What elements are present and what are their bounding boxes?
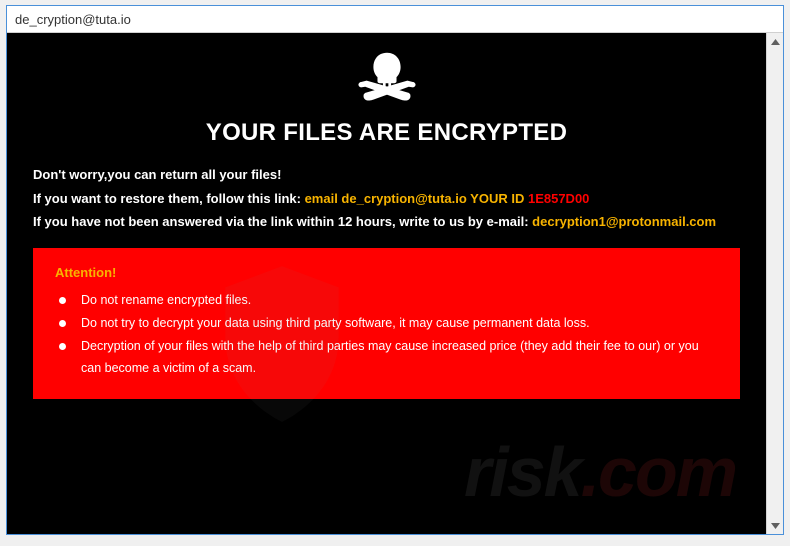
intro-line-3: If you have not been answered via the li… [33, 212, 740, 232]
window-title: de_cryption@tuta.io [15, 12, 131, 27]
attention-title: Attention! [55, 262, 718, 285]
contact-email-2: decryption1@protonmail.com [532, 214, 716, 229]
attention-list: Do not rename encrypted files. Do not tr… [55, 290, 718, 380]
skull-swords-icon [353, 91, 421, 108]
your-id-label: YOUR ID [467, 191, 528, 206]
list-item: Decryption of your files with the help o… [81, 336, 718, 380]
list-item: Do not rename encrypted files. [81, 290, 718, 312]
ransom-window: de_cryption@tuta.io YOUR FILES ARE ENCRY… [6, 5, 784, 535]
ransom-content: YOUR FILES ARE ENCRYPTED Don't worry,you… [7, 33, 766, 534]
titlebar[interactable]: de_cryption@tuta.io [7, 6, 783, 33]
line3-prefix: If you have not been answered via the li… [33, 214, 532, 229]
watermark-text: risk.com [464, 432, 736, 512]
scroll-up-arrow-icon[interactable] [767, 33, 784, 50]
main-heading: YOUR FILES ARE ENCRYPTED [33, 119, 740, 147]
contact-email-1: email de_cryption@tuta.io [305, 191, 467, 206]
content-wrapper: YOUR FILES ARE ENCRYPTED Don't worry,you… [7, 33, 783, 534]
watermark-accent: .com [581, 433, 736, 511]
intro-line-2: If you want to restore them, follow this… [33, 189, 740, 209]
line2-prefix: If you want to restore them, follow this… [33, 191, 305, 206]
list-item: Do not try to decrypt your data using th… [81, 313, 718, 335]
intro-line-1: Don't worry,you can return all your file… [33, 165, 740, 185]
watermark-plain: risk [464, 433, 581, 511]
vertical-scrollbar[interactable] [766, 33, 783, 534]
attention-box: Attention! Do not rename encrypted files… [33, 248, 740, 399]
scroll-down-arrow-icon[interactable] [767, 517, 784, 534]
your-id-value: 1E857D00 [528, 191, 589, 206]
skull-wrap [33, 49, 740, 109]
